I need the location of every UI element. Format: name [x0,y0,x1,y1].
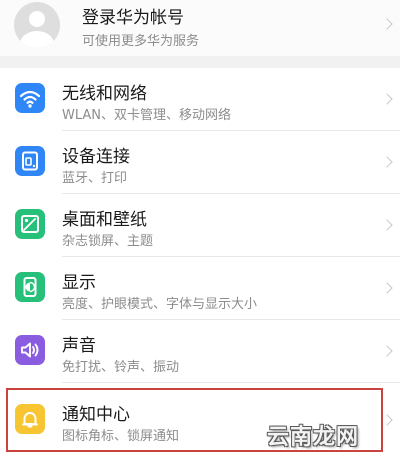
settings-item-display[interactable]: 显示 亮度、护眼模式、字体与显示大小 [0,257,400,320]
settings-item-subtitle: WLAN、双卡管理、移动网络 [62,108,232,123]
account-title: 登录华为帐号 [82,8,184,28]
display-icon [15,272,45,302]
chevron-right-icon [381,219,393,231]
settings-item-label: 无线和网络 [62,84,147,104]
chevron-right-icon [381,93,393,105]
settings-item-device-connection[interactable]: 设备连接 蓝牙、打印 [0,131,400,194]
account-row[interactable]: 登录华为帐号 可使用更多华为服务 [0,0,400,56]
chevron-right-icon [381,345,393,357]
default-avatar-icon [14,2,60,48]
chevron-right-icon [381,414,393,426]
settings-item-label: 设备连接 [62,147,130,167]
device-connection-icon [15,146,45,176]
chevron-right-icon [381,282,393,294]
wifi-icon [15,83,45,113]
settings-item-home-wallpaper[interactable]: 桌面和壁纸 杂志锁屏、主题 [0,194,400,257]
wallpaper-icon [15,209,45,239]
settings-item-subtitle: 亮度、护眼模式、字体与显示大小 [62,297,258,312]
settings-item-sound[interactable]: 声音 免打扰、铃声、振动 [0,320,400,383]
settings-item-subtitle: 蓝牙、打印 [62,171,128,186]
settings-item-wireless-network[interactable]: 无线和网络 WLAN、双卡管理、移动网络 [0,68,400,131]
sound-icon [15,335,45,365]
settings-item-label: 桌面和壁纸 [62,210,147,230]
chevron-right-icon [381,156,393,168]
settings-item-subtitle: 免打扰、铃声、振动 [62,360,180,375]
watermark-logo: 云南龙网 [267,425,360,450]
settings-item-subtitle: 杂志锁屏、主题 [62,234,154,249]
account-subtitle: 可使用更多华为服务 [82,34,200,49]
divider [62,382,400,383]
settings-item-label: 显示 [62,273,96,293]
settings-item-label: 声音 [62,336,96,356]
section-gap [0,56,400,68]
chevron-right-icon [381,18,393,30]
